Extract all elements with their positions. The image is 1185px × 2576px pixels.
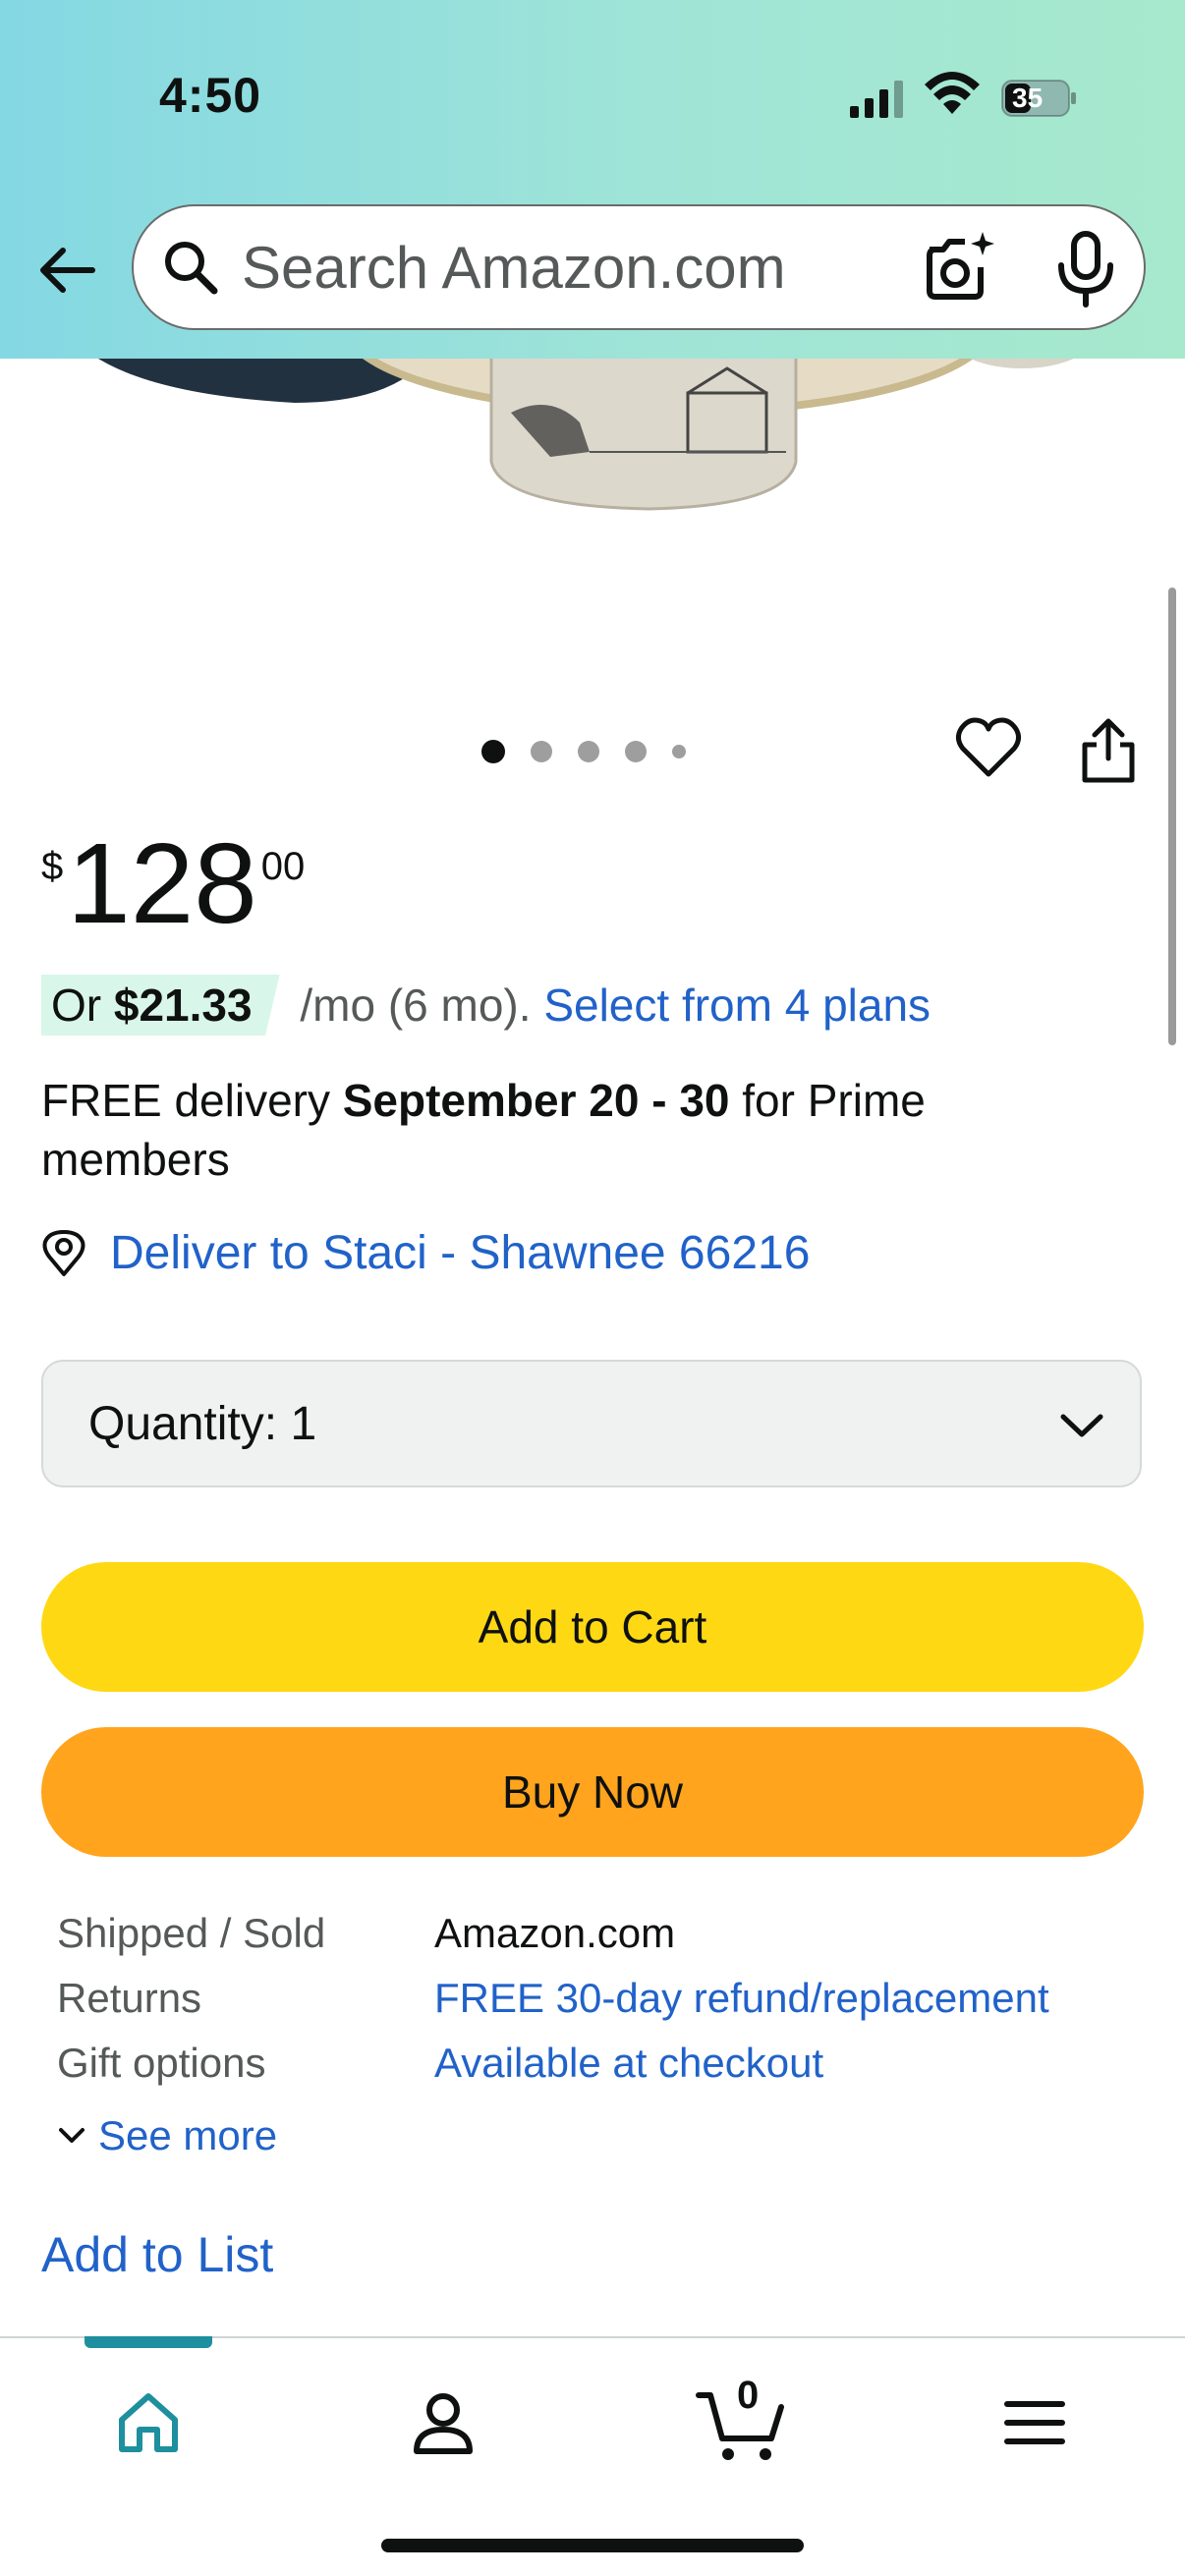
page-scrollbar[interactable] [1168,588,1176,1045]
home-indicator [381,2539,804,2552]
delivery-info: FREE delivery September 20 - 30 for Prim… [41,1071,1122,1189]
details-key: Gift options [57,2040,266,2086]
location-pin-icon [42,1229,85,1276]
quantity-value: 1 [290,1398,317,1450]
quantity-select[interactable]: Quantity: 1 [41,1360,1142,1487]
product-image[interactable] [0,334,1185,531]
search-icon [165,242,218,295]
quantity-label-text: Quantity: [88,1398,278,1450]
status-time: 4:50 [159,68,262,123]
details-key: Shipped / Sold [57,1910,326,1956]
active-tab-indicator [85,2336,212,2348]
returns-link[interactable]: FREE 30-day refund/replacement [434,1975,1049,2022]
microphone-icon[interactable] [1051,230,1120,308]
back-button[interactable] [28,226,106,314]
installment-badge: Or $21.33 [41,975,280,1036]
heart-icon[interactable] [953,713,1024,784]
add-to-list-link[interactable]: Add to List [41,2226,273,2283]
tab-home[interactable] [94,2374,202,2472]
battery-icon: 35 [1000,79,1079,118]
cart-count: 0 [737,2374,760,2417]
price-currency: $ [41,845,64,888]
battery-level: 35 [1012,83,1044,113]
price-whole: 128 [67,819,257,947]
quantity-label: Quantity: 1 [88,1397,316,1451]
carousel-dot[interactable] [531,741,552,762]
installment-offer: Or $21.33 /mo (6 mo). Select from 4 plan… [41,975,931,1036]
image-carousel-indicator [481,737,686,766]
tab-menu[interactable] [981,2374,1089,2472]
price-fraction: 00 [260,845,306,888]
carousel-dot[interactable] [578,741,599,762]
delivery-prefix: FREE delivery [41,1075,343,1126]
installment-amount: $21.33 [113,980,253,1031]
see-more-label: See more [98,2112,278,2158]
details-value: Amazon.com [434,1910,676,1956]
home-icon [119,2393,178,2452]
hamburger-menu-icon [1004,2401,1065,2444]
product-price: $ 128 00 [41,825,305,941]
installment-prefix: Or [51,980,114,1031]
chevron-down-icon [1060,1414,1103,1437]
wifi-icon [925,72,980,114]
share-icon[interactable] [1077,715,1140,786]
person-icon [414,2393,473,2454]
installment-terms: /mo (6 mo). [287,980,544,1031]
chevron-down-icon [59,2128,85,2143]
camera-lens-icon[interactable] [920,228,998,307]
search-input[interactable] [242,228,930,307]
cellular-signal-icon [850,81,903,118]
carousel-dot[interactable] [481,740,505,763]
buy-now-button[interactable]: Buy Now [41,1727,1144,1857]
select-plans-link[interactable]: Select from 4 plans [543,979,931,1032]
details-key: Returns [57,1975,202,2021]
carousel-dot[interactable] [672,745,686,758]
search-bar[interactable] [132,204,1146,330]
deliver-to-location[interactable]: Deliver to Staci - Shawnee 66216 [41,1226,810,1280]
app-header: 4:50 35 [0,0,1185,359]
tab-account[interactable] [389,2374,497,2472]
delivery-dates: September 20 - 30 [342,1075,730,1126]
see-more-toggle[interactable]: See more [57,2112,277,2159]
tab-cart[interactable]: 0 [688,2374,796,2472]
deliver-to-label[interactable]: Deliver to Staci - Shawnee 66216 [110,1226,810,1280]
add-to-cart-button[interactable]: Add to Cart [41,1562,1144,1692]
back-arrow-icon [40,248,95,293]
carousel-dot[interactable] [625,741,647,762]
gift-options-link[interactable]: Available at checkout [434,2040,823,2087]
